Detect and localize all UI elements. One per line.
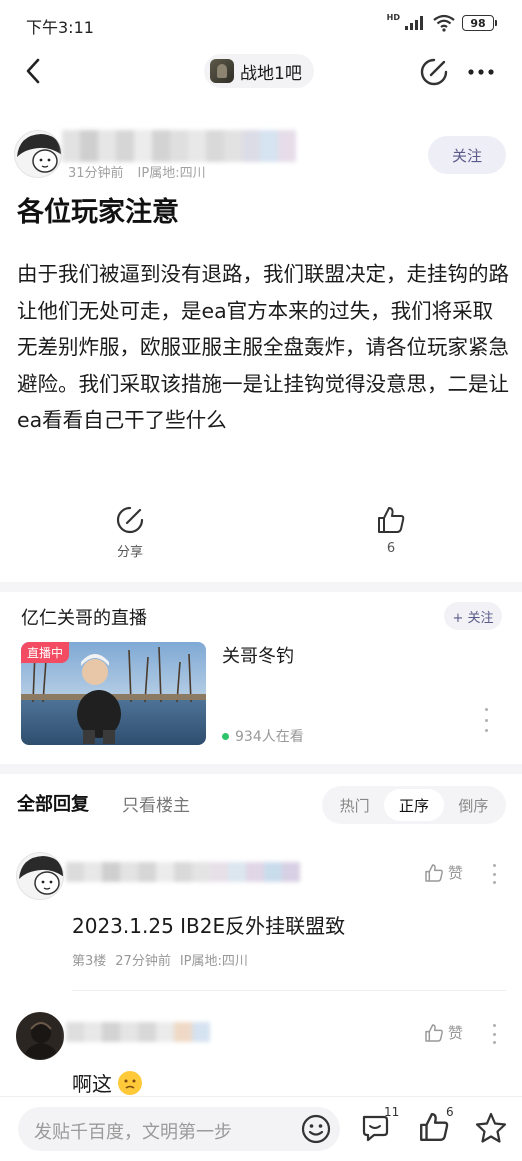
live-follow-button[interactable]: + 关注 bbox=[444, 602, 502, 630]
reply-text: 啊这 bbox=[72, 1072, 112, 1096]
section-divider bbox=[0, 582, 522, 592]
live-viewer-count: 934人在看 bbox=[235, 729, 304, 745]
author-name-redacted bbox=[62, 130, 296, 162]
live-badge: 直播中 bbox=[21, 642, 70, 663]
comment-placeholder: 发贴千百度，文明第一步 bbox=[34, 1122, 232, 1143]
reply-text: 2023.1.25 IB2E反外挂联盟致 bbox=[72, 914, 346, 938]
bottom-like-button[interactable]: 6 bbox=[418, 1105, 454, 1147]
tab-all-replies[interactable]: 全部回复 bbox=[17, 790, 89, 816]
reply-floor: 第3楼 bbox=[72, 954, 107, 969]
emoji-face-icon bbox=[118, 1070, 142, 1095]
forum-avatar bbox=[210, 59, 234, 83]
tab-op-only[interactable]: 只看楼主 bbox=[122, 791, 190, 816]
more-horizontal-icon bbox=[468, 69, 494, 75]
bottom-like-count: 6 bbox=[446, 1105, 454, 1119]
reply-time: 27分钟前 bbox=[115, 954, 171, 969]
comment-count: 11 bbox=[384, 1105, 400, 1119]
section-divider bbox=[0, 764, 522, 774]
bottom-bar: 发贴千百度，文明第一步 11 6 bbox=[0, 1096, 522, 1161]
signal-icon bbox=[405, 16, 423, 30]
emoji-button[interactable] bbox=[300, 1113, 332, 1145]
status-time: 下午3:11 bbox=[26, 18, 94, 37]
status-icons: HD 98 bbox=[386, 13, 497, 32]
live-viewers: 934人在看 bbox=[222, 726, 304, 746]
live-thumbnail[interactable]: 直播中 bbox=[21, 642, 206, 745]
reply-avatar[interactable] bbox=[16, 852, 64, 900]
reply-separator bbox=[72, 990, 506, 991]
reply-avatar[interactable] bbox=[16, 1012, 64, 1060]
sort-ascending[interactable]: 正序 bbox=[384, 789, 444, 821]
post-body: 由于我们被逼到没有退路，我们联盟决定，走挂钩的路让他们无处可走，是ea官方本来的… bbox=[17, 262, 509, 432]
status-bar: 下午3:11 HD 98 bbox=[0, 0, 522, 48]
reply-like-label: 赞 bbox=[448, 864, 464, 882]
like-count: 6 bbox=[386, 541, 396, 556]
live-more-button[interactable] bbox=[478, 708, 494, 732]
reply-more-button[interactable] bbox=[486, 1024, 502, 1044]
forum-name: 战地1吧 bbox=[240, 63, 302, 84]
live-stream-title[interactable]: 关哥冬钓 bbox=[222, 642, 294, 668]
author-avatar[interactable] bbox=[14, 130, 62, 178]
wifi-icon bbox=[433, 14, 455, 32]
battery-level: 98 bbox=[470, 16, 486, 30]
chevron-left-icon bbox=[26, 58, 40, 84]
live-section: 亿仁关哥的直播 + 关注 直播中 关哥冬钓 934人在看 bbox=[0, 592, 522, 762]
author-meta: 31分钟前 IP属地:四川 bbox=[68, 162, 220, 181]
thumbs-up-icon bbox=[378, 507, 405, 533]
reply-ip: IP属地:四川 bbox=[179, 954, 248, 969]
edit-icon bbox=[420, 58, 448, 86]
thumbs-up-icon bbox=[425, 1023, 443, 1042]
sort-hot[interactable]: 热门 bbox=[325, 789, 384, 821]
post-author: 31分钟前 IP属地:四川 关注 bbox=[14, 128, 514, 182]
battery-icon: 98 bbox=[462, 15, 497, 31]
comments-button[interactable]: 11 bbox=[360, 1105, 399, 1147]
star-icon bbox=[475, 1112, 507, 1143]
share-icon bbox=[116, 506, 144, 534]
reply-author-redacted bbox=[66, 862, 300, 882]
reply-like-label: 赞 bbox=[448, 1024, 464, 1042]
reply-tabs: 全部回复 只看楼主 热门 正序 倒序 bbox=[0, 780, 522, 828]
comment-input[interactable]: 发贴千百度，文明第一步 bbox=[18, 1107, 340, 1151]
post-actions: 分享 6 bbox=[0, 505, 522, 571]
sort-descending[interactable]: 倒序 bbox=[444, 789, 503, 821]
back-button[interactable] bbox=[18, 56, 48, 86]
thumbs-up-icon bbox=[425, 863, 443, 882]
live-dot-icon bbox=[222, 732, 229, 740]
like-button[interactable]: 6 bbox=[351, 505, 431, 556]
forum-link[interactable]: 战地1吧 bbox=[204, 54, 314, 88]
post-title: 各位玩家注意 bbox=[17, 197, 179, 228]
smiley-icon bbox=[301, 1114, 331, 1144]
avatar-face-icon bbox=[17, 134, 61, 173]
avatar-face-icon bbox=[19, 856, 63, 895]
reply-more-button[interactable] bbox=[486, 864, 502, 884]
live-section-title: 亿仁关哥的直播 bbox=[21, 608, 147, 629]
avatar-silhouette-icon bbox=[23, 1022, 59, 1059]
reply-like-button[interactable]: 赞 bbox=[424, 1022, 463, 1043]
follow-button[interactable]: 关注 bbox=[428, 136, 506, 174]
reply-content: 啊这 bbox=[72, 1068, 142, 1097]
sort-toggle: 热门 正序 倒序 bbox=[322, 786, 506, 824]
reply-item: 赞 啊这 bbox=[0, 1012, 522, 1096]
post-time: 31分钟前 bbox=[68, 166, 124, 181]
share-button[interactable]: 分享 bbox=[90, 505, 170, 560]
nav-bar: 战地1吧 bbox=[0, 48, 522, 96]
reply-author-redacted bbox=[66, 1022, 210, 1042]
favorite-button[interactable] bbox=[474, 1111, 510, 1147]
reply-meta: 第3楼 27分钟前 IP属地:四川 bbox=[72, 950, 257, 969]
post-ip: IP属地:四川 bbox=[137, 166, 206, 181]
share-label: 分享 bbox=[116, 545, 143, 560]
edit-button[interactable] bbox=[418, 56, 450, 88]
more-options-button[interactable] bbox=[464, 56, 498, 88]
network-label: HD bbox=[386, 13, 400, 22]
reply-item: 赞 2023.1.25 IB2E反外挂联盟致 第3楼 27分钟前 IP属地:四川 bbox=[0, 852, 522, 992]
reply-like-button[interactable]: 赞 bbox=[424, 862, 463, 883]
